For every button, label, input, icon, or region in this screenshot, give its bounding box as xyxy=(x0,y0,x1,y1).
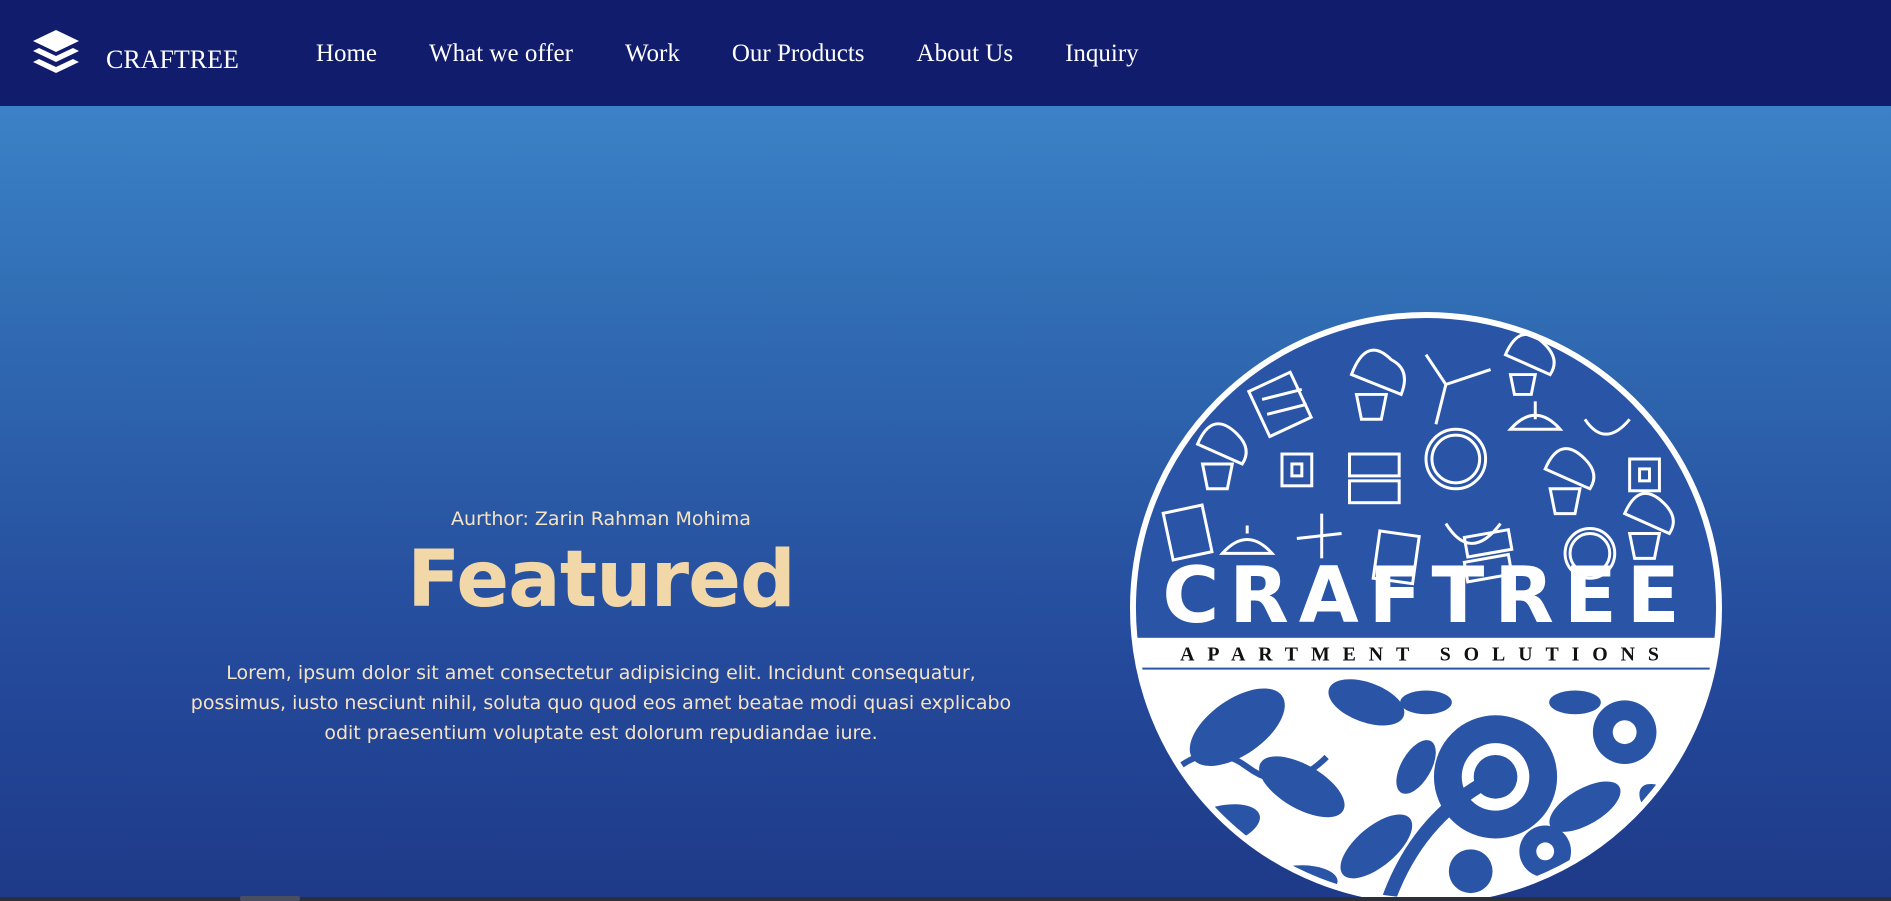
author-line: Aurthor: Zarin Rahman Mohima xyxy=(451,508,751,530)
scrollbar-thumb[interactable] xyxy=(240,896,300,901)
nav-what-we-offer[interactable]: What we offer xyxy=(429,40,573,68)
nav-work[interactable]: Work xyxy=(625,40,680,68)
hero-text-block: Aurthor: Zarin Rahman Mohima Featured Lo… xyxy=(180,508,1022,748)
hero-heading: Featured xyxy=(407,535,796,625)
hero-section: Aurthor: Zarin Rahman Mohima Featured Lo… xyxy=(0,106,1891,901)
hero-description: Lorem, ipsum dolor sit amet consectetur … xyxy=(190,661,1012,744)
top-navbar: CRAFTREE Home What we offer Work Our Pro… xyxy=(0,0,1891,106)
nav-about-us[interactable]: About Us xyxy=(917,40,1014,68)
nav-our-products[interactable]: Our Products xyxy=(732,40,865,68)
nav-inquiry[interactable]: Inquiry xyxy=(1065,40,1139,68)
nav-home[interactable]: Home xyxy=(316,40,377,68)
layers-stack-icon xyxy=(33,30,79,73)
brand-name: CRAFTREE xyxy=(106,45,239,74)
brand[interactable]: CRAFTREE xyxy=(29,26,239,80)
craftree-logo: CRAFTREE APARTMENT SOLUTIONS xyxy=(1130,312,1722,901)
main-nav: Home What we offer Work Our Products Abo… xyxy=(316,40,1191,68)
logo-subtitle: APARTMENT SOLUTIONS xyxy=(1180,644,1672,666)
logo-title: CRAFTREE xyxy=(1162,551,1689,641)
